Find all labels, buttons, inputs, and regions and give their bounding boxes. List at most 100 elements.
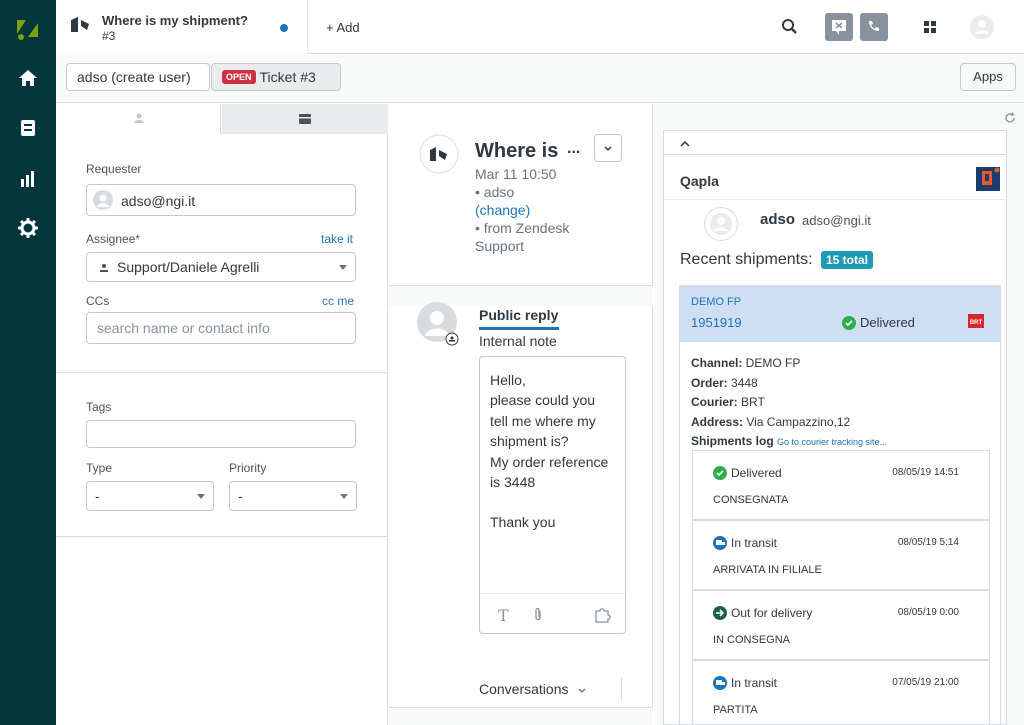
ticket-brand-icon — [71, 17, 89, 32]
requester-label: Requester — [86, 162, 142, 176]
zendesk-logo[interactable] — [14, 14, 42, 42]
shipment-card[interactable]: DEMO FP 1951919 Delivered BRT Channel: D… — [679, 285, 1001, 724]
ticket-options-button[interactable] — [594, 134, 622, 162]
toolbar-separator — [621, 678, 622, 700]
user-breadcrumb[interactable]: adso (create user) — [66, 63, 210, 91]
admin-gear-icon[interactable] — [16, 216, 40, 240]
ccs-label: CCs — [86, 294, 110, 308]
courier-logo-text: BRT — [970, 320, 983, 326]
internal-note-tab[interactable]: Internal note — [479, 333, 557, 349]
tags-input[interactable] — [86, 420, 356, 448]
requester-field[interactable]: adso@ngi.it — [86, 184, 356, 216]
talk-phone-icon[interactable] — [860, 13, 888, 41]
assignee-label: Assignee* — [86, 232, 141, 246]
properties-tabs — [56, 104, 388, 134]
collapse-chevron-icon[interactable] — [680, 141, 690, 147]
ticket-tab-number: #3 — [102, 29, 116, 43]
reload-icon[interactable] — [1004, 112, 1016, 124]
ticket-card-icon — [299, 114, 311, 124]
requester-avatar — [93, 190, 113, 210]
chevron-down-icon — [339, 265, 347, 270]
apps-panel: Qapla adso adso@ngi.it Recent shipments:… — [654, 104, 1024, 725]
app-header-divider — [664, 154, 1006, 155]
log-date: 08/05/19 0:00 — [897, 607, 959, 618]
unsaved-dot — [280, 24, 288, 32]
assignee-select[interactable]: Support/Daniele Agrelli — [86, 252, 356, 282]
apps-puzzle-icon[interactable] — [594, 607, 612, 623]
address-value: Via Campazzino,12 — [743, 414, 851, 429]
check-circle-icon — [713, 466, 727, 480]
take-it-link[interactable]: take it — [321, 232, 353, 246]
profile-avatar-icon[interactable] — [968, 13, 996, 41]
apps-button[interactable]: Apps — [960, 63, 1016, 91]
views-icon[interactable] — [16, 116, 40, 140]
add-tab-button[interactable]: + Add — [326, 20, 360, 35]
agent-avatar — [417, 302, 459, 346]
conversations-toggle[interactable]: Conversations — [479, 681, 569, 697]
shipment-status-label: Delivered — [860, 315, 915, 330]
top-bar: Where is my shipment? #3 + Add — [56, 0, 1024, 54]
customer-name: adso — [760, 211, 796, 228]
chat-icon[interactable] — [825, 13, 853, 41]
total-badge: 15 total — [821, 251, 874, 269]
log-status-label: Delivered — [731, 466, 782, 480]
change-author-link[interactable]: (change) — [475, 202, 530, 218]
home-icon[interactable] — [16, 66, 40, 90]
courier-tracking-link[interactable]: Go to courier tracking site... — [777, 437, 887, 447]
ticket-sub-bar: adso (create user) OPEN Ticket #3 Apps — [56, 55, 1024, 103]
chevron-down-icon — [197, 494, 205, 499]
tab-ticket-properties[interactable] — [222, 104, 388, 134]
ticket-author: • adso — [475, 184, 515, 200]
log-date: 08/05/19 5:14 — [897, 537, 959, 548]
log-status-label: In transit — [731, 676, 778, 690]
main-nav — [0, 0, 56, 725]
shipments-log-label: Shipments log — [691, 434, 774, 448]
message-line: is 3448 — [490, 474, 536, 491]
shipment-status: Delivered — [842, 315, 915, 330]
ticket-via-channel: Support — [475, 238, 525, 254]
log-status-label: In transit — [731, 536, 778, 550]
qapla-app-card: Qapla adso adso@ngi.it Recent shipments:… — [663, 130, 1007, 725]
tracking-number[interactable]: 1951919 — [691, 315, 742, 330]
priority-value: - — [238, 488, 243, 504]
ticket-breadcrumb[interactable]: OPEN Ticket #3 — [211, 63, 341, 91]
chevron-down-icon — [604, 146, 612, 152]
ticket-properties-panel: Requester adso@ngi.it Assignee* take it … — [56, 104, 388, 725]
reply-editor[interactable]: Hello, please could you tell me where my… — [479, 356, 626, 634]
ticket-tab[interactable]: Where is my shipment? #3 — [56, 0, 308, 54]
ticket-title: Where is — [475, 140, 559, 162]
attachment-icon[interactable] — [532, 607, 544, 623]
shop-name: DEMO FP — [691, 296, 742, 308]
cc-me-link[interactable]: cc me — [322, 294, 354, 308]
shipment-header: DEMO FP 1951919 Delivered BRT — [680, 286, 1000, 342]
search-icon[interactable] — [776, 13, 804, 41]
product-tray-icon[interactable] — [916, 13, 944, 41]
courier-logo-icon: BRT — [968, 314, 984, 328]
type-select[interactable]: - — [86, 481, 214, 511]
channel-label: Channel: — [691, 356, 743, 370]
priority-label: Priority — [229, 461, 267, 475]
footer-strip — [389, 707, 653, 725]
message-body: Hello, please could you tell me where my… — [490, 370, 608, 533]
tab-user-info[interactable] — [56, 104, 221, 134]
requester-value: adso@ngi.it — [121, 193, 196, 209]
address-label: Address: — [691, 414, 744, 429]
ticket-breadcrumb-label: Ticket #3 — [259, 69, 316, 85]
text-format-icon[interactable]: T — [498, 606, 509, 625]
reporting-icon[interactable] — [16, 167, 40, 191]
app-section-divider — [664, 199, 1006, 200]
priority-select[interactable]: - — [229, 481, 357, 511]
status-badge: OPEN — [222, 70, 256, 84]
section-divider — [56, 536, 388, 537]
conversation-panel: Where is ... Mar 11 10:50 • adso (change… — [389, 104, 653, 725]
tags-label: Tags — [86, 400, 112, 414]
message-line: Hello, — [490, 372, 526, 388]
ccs-input[interactable]: search name or contact info — [86, 312, 356, 344]
person-icon — [100, 264, 108, 272]
public-reply-tab[interactable]: Public reply — [479, 307, 559, 330]
message-line: tell me where my — [490, 412, 596, 429]
section-divider — [56, 372, 388, 373]
chevron-down-icon — [340, 494, 348, 499]
channel-value: DEMO FP — [742, 356, 801, 370]
log-status-label: Out for delivery — [731, 606, 813, 620]
